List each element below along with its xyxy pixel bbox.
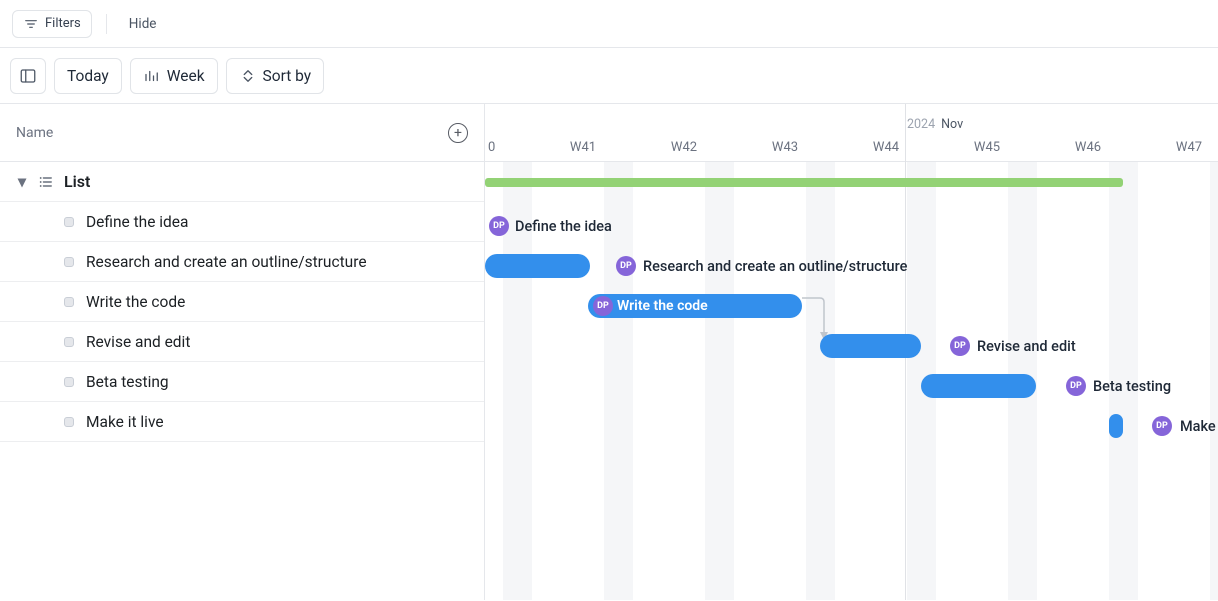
avatar[interactable]: DP — [950, 336, 970, 356]
timeline-body[interactable]: DP Define the idea DP Research and creat… — [485, 162, 1218, 600]
week-col: W45 — [936, 132, 1037, 162]
task-title: Write the code — [86, 293, 185, 311]
main-split: Name + ▾ List Define the idea Research a… — [0, 104, 1218, 600]
avatar[interactable]: DP — [1066, 376, 1086, 396]
separator — [106, 14, 107, 34]
status-bullet — [64, 257, 74, 267]
bar-label-inside: Write the code — [617, 294, 708, 318]
timeline-week-row: 0 W41 W42 W43 W44 W45 W46 W47 — [485, 132, 1218, 162]
week-col: W44 — [835, 132, 936, 162]
timeline-row: DP Beta testing — [485, 366, 1218, 406]
filters-label: Filters — [45, 16, 81, 31]
task-row[interactable]: Revise and edit — [0, 322, 484, 362]
bar-label-after: Revise and edit — [977, 326, 1076, 366]
sortby-label: Sort by — [263, 67, 312, 85]
task-bar[interactable] — [485, 254, 590, 278]
week-col: W46 — [1037, 132, 1138, 162]
timeline-year: 2024 — [907, 117, 935, 132]
task-row[interactable]: Define the idea — [0, 202, 484, 242]
filters-button[interactable]: Filters — [12, 10, 92, 38]
bar-label-after: Define the idea — [515, 206, 612, 246]
timeline-panel[interactable]: 2024 Nov 0 W41 W42 W43 W44 W45 W46 W47 — [485, 104, 1218, 600]
add-column-button[interactable]: + — [448, 123, 468, 143]
week-icon — [143, 67, 161, 85]
task-list-header: Name + — [0, 104, 484, 162]
task-row[interactable]: Research and create an outline/structure — [0, 242, 484, 282]
week-button[interactable]: Week — [130, 58, 218, 94]
group-summary-bar[interactable] — [485, 178, 1123, 187]
task-row[interactable]: Make it live — [0, 402, 484, 442]
sortby-button[interactable]: Sort by — [226, 58, 325, 94]
group-label: List — [64, 172, 90, 191]
hide-button[interactable]: Hide — [121, 12, 165, 36]
task-title: Revise and edit — [86, 333, 190, 351]
week-col: 0 — [485, 132, 532, 162]
name-column-header: Name — [16, 125, 53, 141]
task-title: Make it live — [86, 413, 164, 431]
avatar[interactable]: DP — [593, 296, 613, 316]
avatar[interactable]: DP — [1152, 416, 1172, 436]
task-bar[interactable] — [1109, 414, 1123, 438]
timeline-row: DP Make — [485, 406, 1218, 446]
bar-label-after: Research and create an outline/structure — [643, 246, 907, 286]
task-title: Research and create an outline/structure — [86, 253, 367, 271]
timeline-row: Write the code DP — [485, 286, 1218, 326]
avatar[interactable]: DP — [489, 216, 509, 236]
filters-icon — [23, 16, 39, 32]
week-label: Week — [167, 67, 205, 85]
week-col: W43 — [734, 132, 835, 162]
status-bullet — [64, 337, 74, 347]
today-label: Today — [67, 67, 109, 85]
view-toolbar: Today Week Sort by — [0, 48, 1218, 104]
bar-label-after: Make — [1180, 406, 1216, 446]
list-icon — [38, 174, 54, 190]
status-bullet — [64, 217, 74, 227]
bar-label-after: Beta testing — [1093, 366, 1171, 406]
filter-bar: Filters Hide — [0, 0, 1218, 48]
toggle-sidepanel-button[interactable] — [10, 58, 46, 94]
week-col: W47 — [1138, 132, 1218, 162]
chevron-down-icon[interactable]: ▾ — [16, 172, 28, 191]
task-row[interactable]: Write the code — [0, 282, 484, 322]
timeline-row: DP Revise and edit — [485, 326, 1218, 366]
task-list-panel: Name + ▾ List Define the idea Research a… — [0, 104, 485, 600]
timeline-month-row: 2024 Nov — [485, 104, 1218, 132]
timeline-header: 2024 Nov 0 W41 W42 W43 W44 W45 W46 W47 — [485, 104, 1218, 162]
timeline-month: Nov — [941, 117, 963, 132]
task-title: Beta testing — [86, 373, 169, 391]
timeline-row: DP Research and create an outline/struct… — [485, 246, 1218, 286]
timeline-row: DP Define the idea — [485, 206, 1218, 246]
task-row[interactable]: Beta testing — [0, 362, 484, 402]
task-bar[interactable]: Write the code — [588, 294, 802, 318]
task-title: Define the idea — [86, 213, 188, 231]
week-col: W41 — [532, 132, 633, 162]
group-row-list[interactable]: ▾ List — [0, 162, 484, 202]
avatar[interactable]: DP — [616, 256, 636, 276]
task-bar[interactable] — [820, 334, 921, 358]
today-button[interactable]: Today — [54, 58, 122, 94]
status-bullet — [64, 417, 74, 427]
panel-icon — [19, 67, 37, 85]
status-bullet — [64, 297, 74, 307]
week-col: W42 — [633, 132, 734, 162]
sort-icon — [239, 67, 257, 85]
task-bar[interactable] — [921, 374, 1036, 398]
status-bullet — [64, 377, 74, 387]
